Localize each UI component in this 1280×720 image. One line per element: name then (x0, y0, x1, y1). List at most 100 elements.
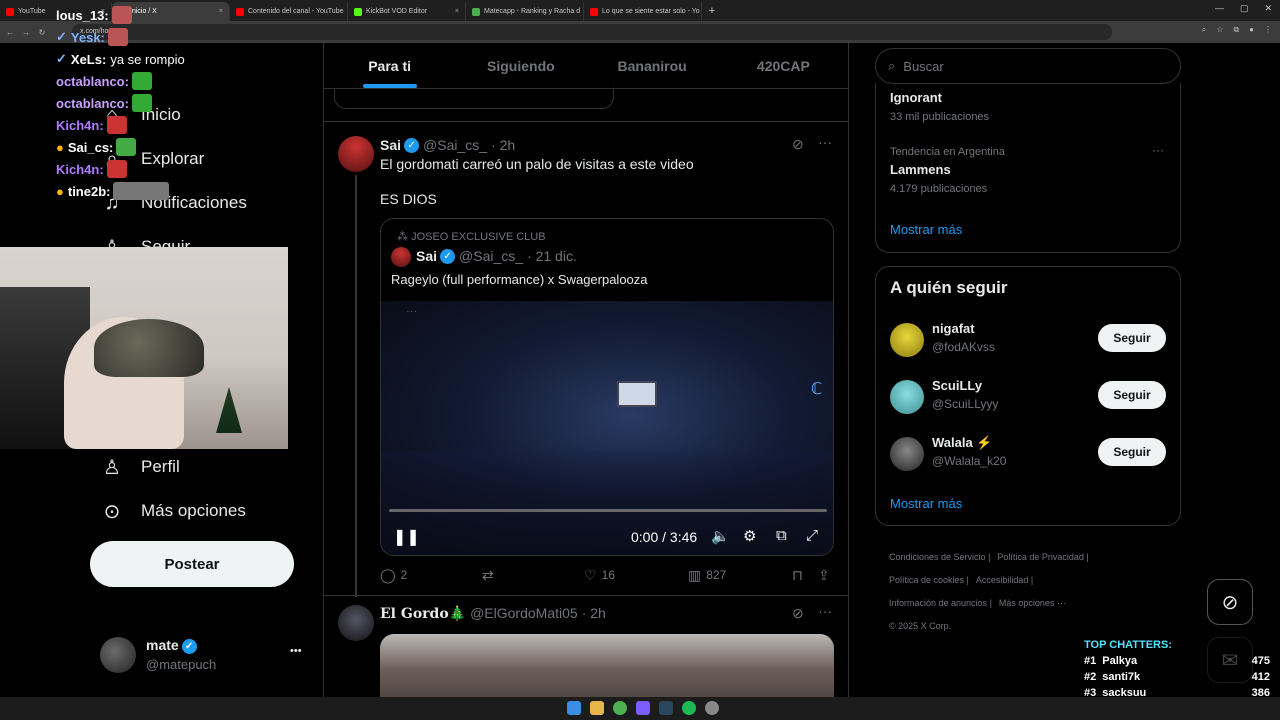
picture-in-picture-icon[interactable]: ⧉ (776, 527, 787, 544)
grok-icon[interactable]: ⊘ (792, 605, 804, 622)
grok-button[interactable]: ⊘ (1207, 579, 1253, 625)
follow-button[interactable]: Seguir (1098, 381, 1166, 409)
maximize-icon[interactable]: ▢ (1240, 3, 1249, 14)
youtube-icon (6, 7, 14, 16)
volume-icon[interactable]: 🔈 (711, 527, 730, 545)
account-switcher[interactable]: mate ✓ @matepuch ••• (100, 635, 310, 675)
tweet-time[interactable]: · 2h (491, 137, 515, 153)
top-chatter-row: #1 Palkya 475 (1084, 655, 1270, 667)
heart-icon: ♡ (584, 566, 597, 583)
spotify-icon[interactable] (682, 701, 696, 715)
close-tab-icon[interactable]: × (449, 8, 459, 15)
quote-author-handle: @Sai_cs_ (459, 248, 524, 264)
tweet-author-name[interactable]: El Gordo🎄 (380, 606, 466, 622)
tab-para-ti[interactable]: Para ti (324, 43, 455, 88)
browser-tab-matecapp[interactable]: Matecapp - Ranking y Racha d× (466, 2, 584, 21)
footer-link[interactable]: Política de Privacidad (997, 552, 1084, 562)
fullscreen-icon[interactable]: ⤢ (806, 527, 818, 544)
footer-link[interactable]: Política de cookies (889, 575, 964, 585)
views-icon: ▥ (688, 566, 702, 583)
avatar (100, 637, 136, 673)
sidebar-item-perfil[interactable]: ♙ Perfil (100, 455, 180, 479)
show-more-trends-link[interactable]: Mostrar más (890, 222, 962, 237)
discord-icon[interactable] (636, 701, 650, 715)
browser-tab-kickbot[interactable]: KickBot VOD Editor × (348, 2, 466, 21)
follow-button[interactable]: Seguir (1098, 324, 1166, 352)
settings-icon[interactable]: ⚙ (743, 527, 756, 545)
reload-icon[interactable]: ↻ (34, 28, 50, 37)
tab-bananirou[interactable]: Bananirou (587, 43, 718, 88)
search-input[interactable]: ⌕ Buscar (875, 48, 1181, 84)
footer-link[interactable]: Accesibilidad (976, 575, 1029, 585)
trend-count: 4.179 publicaciones (890, 183, 988, 195)
sidebar-item-mas-opciones[interactable]: ⊙ Más opciones (100, 499, 246, 523)
avatar[interactable] (890, 323, 924, 357)
menu-icon[interactable]: ⋮ (1264, 25, 1272, 35)
video-player[interactable]: · · · ℂ ❚❚ 0:00 / 3:46 🔈 ⚙ ⧉ ⤢ (381, 301, 833, 555)
like-button[interactable]: ♡ 16 (584, 567, 615, 584)
who-to-follow-title: A quién seguir (890, 278, 1008, 297)
avatar[interactable] (338, 136, 374, 172)
quoted-tweet[interactable]: ⁂ JOSEO EXCLUSIVE CLUB Sai ✓ @Sai_cs_ · 21 … (380, 218, 834, 556)
bookmark-button[interactable]: ⊓ (792, 567, 803, 584)
views-button[interactable]: ▥ 827 (688, 567, 726, 584)
tweet-author-handle[interactable]: @Sai_cs_ (423, 137, 487, 153)
copyright: © 2025 X Corp. (889, 621, 952, 631)
tweet-more-icon[interactable]: ··· (818, 134, 832, 150)
trend-name[interactable]: Ignorant (890, 90, 942, 105)
post-button[interactable]: Postear (90, 541, 294, 587)
extensions-icon[interactable]: ⧉ (1233, 25, 1239, 35)
youtube-icon (590, 7, 598, 16)
follow-suggestion-name[interactable]: ScuiLLy (932, 378, 982, 393)
footer-link[interactable]: Información de anuncios (889, 598, 987, 608)
steam-icon[interactable] (659, 701, 673, 715)
video-progress-bar[interactable] (389, 509, 827, 512)
follow-suggestion-name[interactable]: nigafat (932, 321, 975, 336)
chrome-icon[interactable] (613, 701, 627, 715)
profile-avatar-icon[interactable]: ● (1249, 25, 1254, 35)
reply-button[interactable]: ◯ 2 (380, 567, 407, 584)
avatar[interactable] (890, 437, 924, 471)
share-button[interactable]: ⇪ (818, 567, 830, 584)
forward-icon[interactable]: → (18, 28, 34, 37)
grok-icon[interactable]: ⊘ (792, 136, 804, 153)
star-icon[interactable]: ☆ (1216, 25, 1223, 35)
obs-icon[interactable] (705, 701, 719, 715)
tab-siguiendo[interactable]: Siguiendo (455, 43, 586, 88)
windows-start-icon[interactable] (567, 701, 581, 715)
chat-emote (107, 28, 128, 46)
show-more-follow-link[interactable]: Mostrar más (890, 496, 962, 511)
follow-suggestion-handle: @Walala_k20 (932, 454, 1007, 468)
trends-card: Ignorant 33 mil publicaciones Tendencia … (875, 83, 1181, 253)
tab-420cap[interactable]: 420CAP (718, 43, 848, 88)
trend-more-icon[interactable]: ··· (1152, 143, 1164, 157)
footer-link[interactable]: Condiciones de Servicio (889, 552, 986, 562)
follow-suggestion-name[interactable]: Walala ⚡ (932, 435, 993, 451)
back-icon[interactable]: ← (2, 28, 18, 37)
browser-tab-lo-que-se-siente[interactable]: Lo que se siente estar solo - Yo× (584, 2, 702, 21)
close-window-icon[interactable]: ✕ (1264, 3, 1272, 14)
follow-button[interactable]: Seguir (1098, 438, 1166, 466)
tweet-author-name[interactable]: Sai (380, 137, 401, 153)
file-explorer-icon[interactable] (590, 701, 604, 715)
tweet-more-icon[interactable]: ··· (818, 603, 832, 619)
quote-text: Rageylo (full performance) x Swagerpaloo… (391, 272, 648, 287)
quote-author-name: Sai (416, 248, 438, 264)
chat-line: octablanco: (56, 70, 316, 92)
chat-emote (131, 72, 152, 90)
tweet-author-handle[interactable]: @ElGordoMati05 (470, 605, 578, 621)
account-menu-icon[interactable]: ••• (290, 645, 302, 657)
badge-icon: ● (56, 139, 64, 155)
avatar[interactable] (890, 380, 924, 414)
webcam-overlay (0, 247, 288, 449)
follow-suggestion-handle: @fodAKvss (932, 340, 995, 354)
trend-name[interactable]: Lammens (890, 162, 951, 177)
minimize-icon[interactable]: — (1215, 3, 1224, 14)
tweet-time[interactable]: · 2h (582, 605, 606, 621)
pause-icon[interactable]: ❚❚ (393, 527, 420, 547)
avatar[interactable] (338, 605, 374, 641)
new-tab-button[interactable]: + (702, 5, 722, 17)
zoom-icon[interactable]: ⌕ (1202, 25, 1206, 35)
footer-link[interactable]: Más opciones ··· (999, 598, 1066, 608)
retweet-button[interactable]: ⇄ (482, 567, 494, 584)
